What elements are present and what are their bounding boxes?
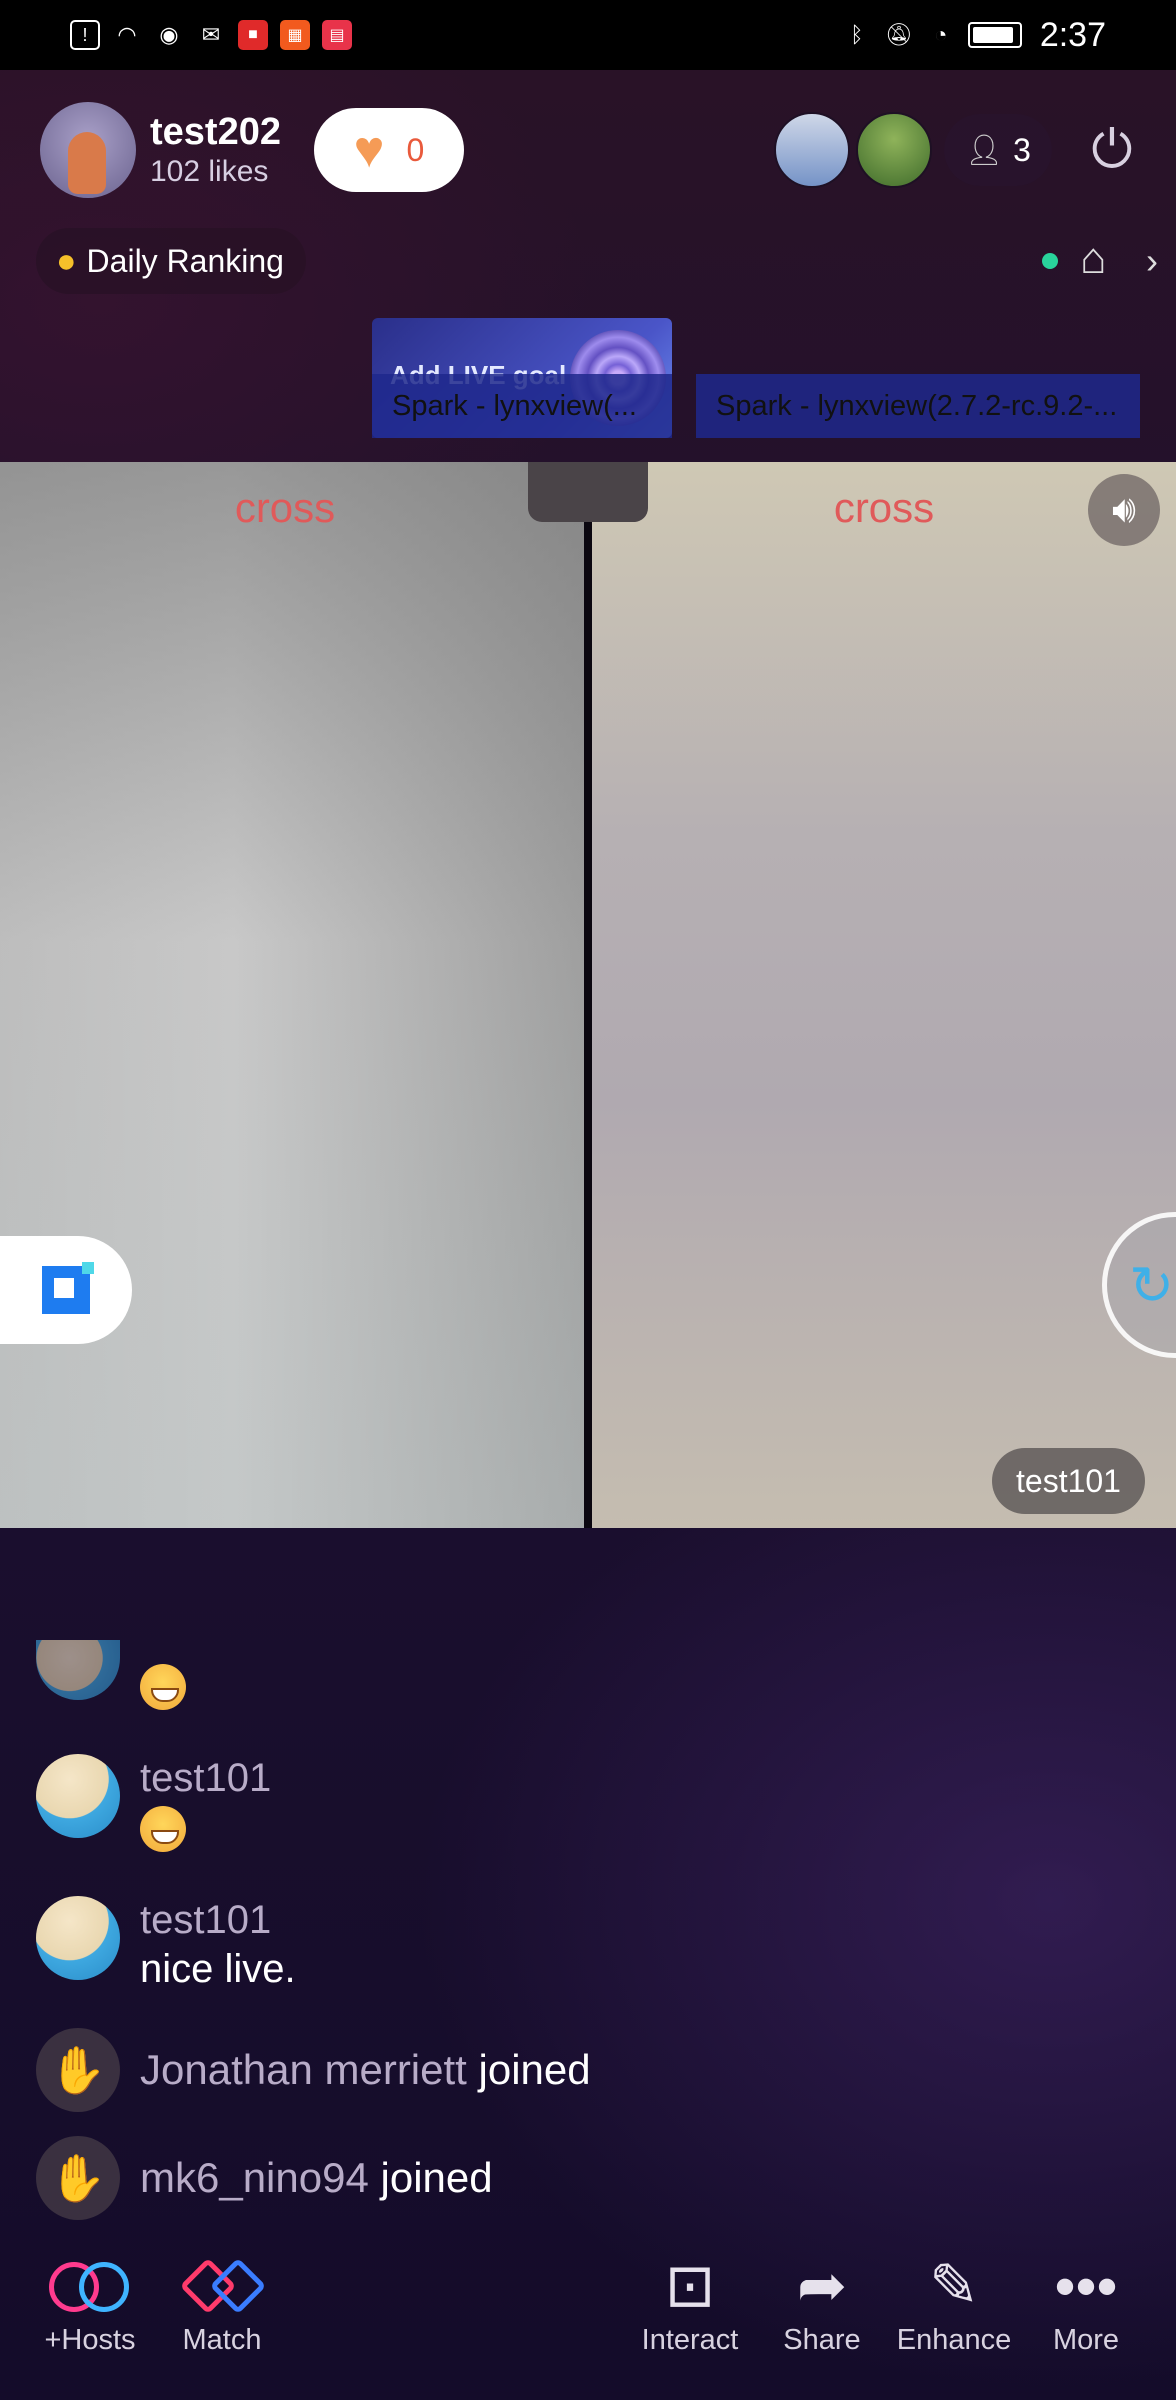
battery-icon [967, 22, 1022, 48]
host-video-pane[interactable]: cross [0, 462, 584, 1528]
alert-icon: ! [70, 20, 100, 50]
add-hosts-button[interactable]: +Hosts [30, 2250, 150, 2357]
commenter-avatar[interactable] [36, 1896, 120, 1980]
mail-icon: ✉ [201, 22, 221, 47]
share-button[interactable]: ➦ Share [762, 2250, 882, 2357]
more-button[interactable]: ••• More [1026, 2250, 1146, 2357]
join-verb: joined [380, 2154, 493, 2201]
comment-username[interactable]: test101 [140, 1754, 271, 1802]
viewer-avatar[interactable] [856, 112, 932, 188]
flame-icon: ● [56, 241, 77, 280]
split-handle[interactable] [528, 462, 648, 522]
gamepad-icon: ⊡ [664, 2252, 716, 2319]
viewer-avatar[interactable] [774, 112, 850, 188]
join-verb: joined [478, 2046, 591, 2093]
spark-debug-left: Spark - lynxview(... [372, 374, 672, 438]
ranking-label: Daily Ranking [86, 242, 284, 279]
grin-emoji-icon [140, 1664, 186, 1711]
join-username[interactable]: Jonathan merriett [140, 2046, 467, 2093]
more-label: More [1052, 2324, 1120, 2356]
side-panel-tab[interactable] [0, 1236, 132, 1344]
multi-guest-video: cross cross [0, 462, 1176, 1528]
host-name: test202 [150, 111, 281, 153]
mute-icon: 🔕︎ [884, 22, 913, 47]
bluetooth-icon: ᛒ [850, 22, 864, 47]
interact-label: Interact [641, 2324, 739, 2356]
spark-debug-right: Spark - lynxview(2.7.2-rc.9.2-... [696, 374, 1140, 438]
match-button[interactable]: Match [162, 2250, 282, 2357]
magic-wand-icon: ✎ [928, 2252, 980, 2319]
host-avatar[interactable] [40, 102, 136, 198]
link-rings-icon [45, 2256, 135, 2316]
person-icon: 👤︎ [965, 133, 1004, 167]
grid-app-icon: ▦ [280, 20, 310, 50]
host-info[interactable]: test202 102 likes [40, 102, 281, 198]
comment-item: test101 [36, 1754, 271, 1853]
guest-video-pane[interactable]: cross [592, 462, 1176, 1528]
share-label: Share [783, 2324, 861, 2356]
commenter-avatar[interactable] [36, 1640, 120, 1700]
speed-icon: ◔ [934, 22, 948, 47]
volume-button[interactable]: 🔊︎ [1088, 474, 1160, 546]
comment-item [36, 1640, 186, 1711]
join-notice: ✋ Jonathan merriett joined [36, 2028, 591, 2112]
commenter-avatar[interactable] [36, 1754, 120, 1838]
wave-hand-icon: ✋ [36, 2136, 120, 2220]
wand-icon: ↻ [1129, 1255, 1175, 1316]
wifi-icon: ◠ [117, 22, 137, 47]
enhance-label: Enhance [896, 2324, 1012, 2356]
viewer-count-button[interactable]: 👤︎ 3 [944, 114, 1052, 186]
more-dots-icon: ••• [1054, 2252, 1118, 2320]
video-app-icon: ■ [238, 20, 268, 50]
power-icon: ⏻ [1091, 120, 1133, 179]
like-count: 0 [406, 131, 425, 168]
speaker-icon: 🔊︎ [1112, 488, 1136, 531]
chevron-right-icon[interactable]: › [1146, 240, 1158, 282]
comment-username[interactable]: test101 [140, 1896, 296, 1944]
daily-ranking-button[interactable]: ● Daily Ranking [36, 228, 306, 294]
eye-icon: ◉ [159, 22, 179, 47]
viewer-count: 3 [1013, 131, 1031, 168]
cross-label-left: cross [234, 484, 336, 531]
hosts-label: +Hosts [44, 2324, 136, 2356]
host-likes: 102 likes [150, 155, 269, 188]
clock: 2:37 [1039, 15, 1106, 54]
share-arrow-icon: ➦ [796, 2252, 848, 2319]
comment-item: test101 nice live. [36, 1896, 296, 1994]
comment-text: nice live. [140, 1947, 296, 1991]
match-icon [174, 2256, 270, 2316]
heart-icon: ♥ [353, 121, 385, 179]
online-indicator [1042, 253, 1058, 269]
grin-emoji-icon [140, 1806, 186, 1853]
join-notice: ✋ mk6_nino94 joined [36, 2136, 493, 2220]
house-icon[interactable]: ⌂ [1080, 234, 1107, 284]
widget-icon [42, 1262, 94, 1314]
interact-button[interactable]: ⊡ Interact [630, 2250, 750, 2357]
book-app-icon: ▤ [322, 20, 352, 50]
guest-name-tag: test101 [992, 1448, 1145, 1514]
join-username[interactable]: mk6_nino94 [140, 2154, 369, 2201]
end-live-button[interactable]: ⏻ [1080, 118, 1144, 182]
wave-hand-icon: ✋ [36, 2028, 120, 2112]
bottom-toolbar: +Hosts Match ⊡ Interact ➦ Share ✎ Enhanc… [0, 2250, 1176, 2370]
status-bar: ! ◠ ◉ ✉ ■ ▦ ▤ ᛒ 🔕︎ ◔ 2:37 [0, 0, 1176, 70]
like-button[interactable]: ♥ 0 [314, 108, 464, 192]
enhance-button[interactable]: ✎ Enhance [894, 2250, 1014, 2357]
match-label: Match [182, 2324, 262, 2356]
